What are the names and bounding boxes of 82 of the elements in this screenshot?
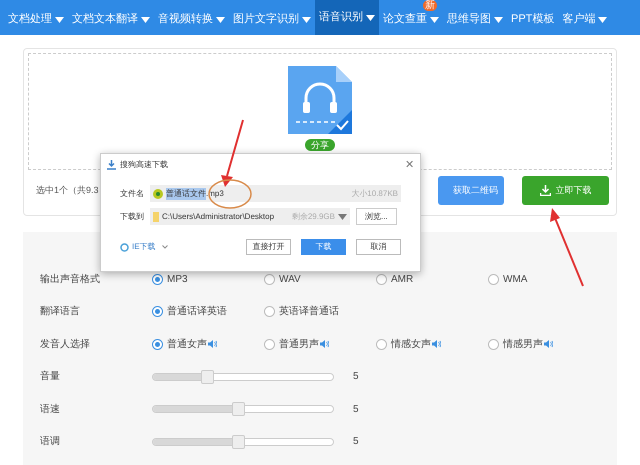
slider-value: 5: [353, 370, 359, 384]
caret-icon: [302, 16, 311, 22]
radio-button[interactable]: [488, 338, 499, 350]
slider-thumb[interactable]: [201, 370, 214, 384]
free-space: 剩余29.9GB: [292, 210, 335, 222]
nav-tab[interactable]: 语音识别: [315, 0, 379, 35]
option-label: 情感男声: [503, 338, 543, 352]
dialog-button[interactable]: 下载: [301, 239, 346, 255]
slider-thumb[interactable]: [232, 434, 245, 449]
setting-label: 语调: [40, 435, 61, 450]
caret-icon: [141, 16, 150, 22]
dialog-button[interactable]: 直接打开: [246, 239, 291, 255]
option-label: 普通女声: [167, 338, 207, 352]
radio-button[interactable]: [488, 274, 499, 285]
option-label: WAV: [279, 272, 301, 287]
caret-icon: [216, 16, 225, 22]
caret-icon: [366, 14, 375, 20]
speaker-icon[interactable]: [432, 340, 441, 348]
selection-summary: 选中1个（共9.3: [36, 184, 99, 197]
option-label: 普通话译英语: [167, 304, 227, 320]
setting-label: 语速: [40, 402, 61, 417]
radio-button[interactable]: [264, 338, 275, 350]
audio-file-icon: [288, 66, 352, 134]
setting-label: 发音人选择: [40, 338, 91, 352]
nav-tab[interactable]: 客户端: [558, 12, 612, 26]
browse-button[interactable]: 浏览...: [356, 208, 397, 225]
option-label: MP3: [167, 272, 188, 287]
globe-icon: [120, 242, 129, 252]
caret-icon: [338, 214, 347, 220]
option-label: AMR: [391, 272, 414, 287]
slider-thumb[interactable]: [232, 402, 245, 416]
radio-button[interactable]: [376, 338, 387, 350]
nav-tab[interactable]: 文档处理: [4, 12, 68, 26]
speaker-icon[interactable]: [320, 340, 329, 348]
radio-button[interactable]: [152, 306, 163, 318]
slider-value: 5: [353, 435, 359, 450]
option-label: 情感女声: [391, 338, 431, 352]
nav-tab[interactable]: 思维导图: [443, 12, 507, 26]
slider-value: 5: [353, 402, 359, 417]
slider-track[interactable]: [152, 372, 334, 381]
highlight-ellipse: [208, 179, 252, 209]
nav-tab[interactable]: 音视频转换: [154, 12, 229, 26]
music-file-icon: [153, 188, 163, 198]
radio-button[interactable]: [264, 274, 275, 285]
dialog-button[interactable]: 取消: [356, 239, 401, 255]
share-badge[interactable]: 分享: [305, 139, 335, 151]
slider-track[interactable]: [152, 405, 334, 414]
chevron-icon[interactable]: [162, 245, 168, 249]
caret-icon: [55, 16, 64, 22]
nav-tab[interactable]: 文档文本翻译: [68, 12, 154, 26]
download-icon: [107, 160, 116, 170]
path-field[interactable]: C:\Users\Administrator\Desktop 剩余29.9GB: [150, 208, 350, 225]
caret-icon: [598, 16, 608, 22]
close-icon[interactable]: ✕: [405, 160, 414, 170]
option-label: 英语译普通话: [279, 304, 339, 320]
speaker-icon[interactable]: [544, 340, 553, 348]
setting-label: 音量: [40, 370, 61, 384]
download-icon: [540, 185, 550, 196]
radio-button[interactable]: [152, 274, 163, 285]
radio-button[interactable]: [376, 274, 387, 285]
speaker-icon[interactable]: [208, 340, 217, 348]
dialog-title: 搜狗高速下载: [120, 159, 168, 171]
ie-download-link[interactable]: IE下载: [120, 241, 156, 253]
field-label: 文件名: [120, 188, 144, 200]
slider-track[interactable]: [152, 438, 334, 446]
qr-code-button[interactable]: 获取二维码: [438, 176, 504, 206]
radio-button[interactable]: [152, 338, 163, 350]
nav-tab[interactable]: 论文查重: [379, 12, 443, 26]
option-label: 普通男声: [279, 338, 319, 352]
caret-icon: [494, 16, 503, 22]
field-label: 下载到: [120, 210, 144, 222]
nav-tab[interactable]: PPT模板: [507, 12, 558, 26]
option-label: WMA: [503, 272, 528, 287]
arrow-drawing: [221, 120, 244, 187]
setting-label: 输出声音格式: [40, 272, 101, 287]
setting-label: 翻译语言: [40, 304, 81, 320]
download-button[interactable]: 立即下载: [522, 176, 609, 206]
nav-tab[interactable]: 图片文字识别: [229, 12, 315, 26]
file-size: 大小10.87KB: [351, 188, 398, 200]
radio-button[interactable]: [264, 306, 275, 318]
folder-icon: [153, 212, 159, 222]
caret-icon: [430, 16, 439, 22]
